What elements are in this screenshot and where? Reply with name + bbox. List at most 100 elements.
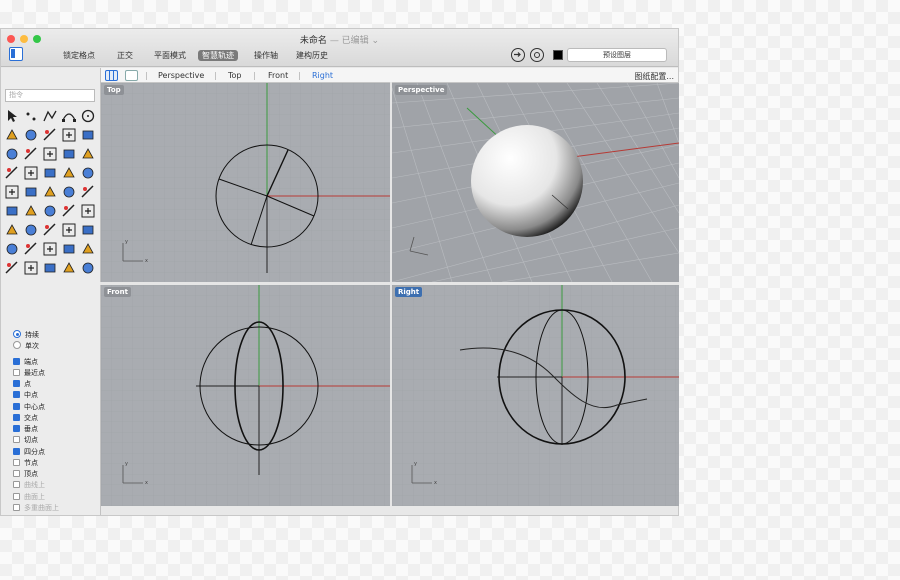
osnap-item[interactable]: 四分点 <box>13 447 45 457</box>
document-status[interactable]: — 已编辑 ⌄ <box>330 36 379 46</box>
tab-right[interactable]: Right <box>312 71 333 80</box>
ellipse-icon[interactable] <box>4 127 20 143</box>
radio-button[interactable] <box>13 330 21 338</box>
lock-grid-toggle[interactable]: 锁定格点 <box>63 50 95 61</box>
analyze-icon[interactable] <box>23 222 39 238</box>
layer-color-swatch[interactable] <box>553 50 563 60</box>
viewport-top[interactable]: y x Top <box>101 83 390 282</box>
text-icon[interactable] <box>80 203 96 219</box>
gumball-toggle[interactable]: 操作轴 <box>254 50 278 61</box>
checkbox[interactable] <box>13 425 20 433</box>
smart-track-toggle[interactable]: 智慧轨迹 <box>198 50 238 61</box>
group-icon[interactable] <box>23 203 39 219</box>
mesh-plane-icon[interactable] <box>80 146 96 162</box>
scale-icon[interactable] <box>80 184 96 200</box>
history-toggle[interactable]: 建构历史 <box>296 50 328 61</box>
arc-icon[interactable] <box>23 127 39 143</box>
osnap-item[interactable]: 垂点 <box>13 424 38 434</box>
osnap-item[interactable]: 点 <box>13 379 31 389</box>
osnap-item[interactable]: 端点 <box>13 357 38 367</box>
layout-config-menu[interactable]: 图纸配置... <box>634 71 674 82</box>
osnap-item[interactable]: 顶点 <box>13 469 38 479</box>
pan-icon[interactable] <box>80 222 96 238</box>
polygon-icon[interactable] <box>61 127 77 143</box>
viewport-perspective[interactable]: Perspective <box>392 83 679 282</box>
osnap-item[interactable]: 最近点 <box>13 368 45 378</box>
cylinder-icon[interactable] <box>61 146 77 162</box>
patch-surface-icon[interactable] <box>23 165 39 181</box>
osnap-item[interactable]: 切点 <box>13 435 38 445</box>
color-wheel-icon[interactable] <box>42 260 58 276</box>
viewport-divider-vertical[interactable] <box>390 82 392 506</box>
osnap-target-icon[interactable] <box>530 48 544 62</box>
rectangle-icon[interactable] <box>42 127 58 143</box>
record-history-icon[interactable] <box>511 48 525 62</box>
circle-center-icon[interactable] <box>80 108 96 124</box>
polyline-icon[interactable] <box>42 108 58 124</box>
osnap-item[interactable]: 节点 <box>13 458 38 468</box>
rotate-icon[interactable] <box>61 184 77 200</box>
hide-icon[interactable] <box>23 260 39 276</box>
viewport-divider-horizontal[interactable] <box>100 282 679 285</box>
checkbox[interactable] <box>13 402 20 410</box>
osnap-item[interactable]: 交点 <box>13 413 38 423</box>
sphere-select-icon[interactable] <box>80 260 96 276</box>
boolean-union-icon[interactable] <box>4 165 20 181</box>
tab-perspective[interactable]: Perspective <box>158 71 204 80</box>
planar-toggle[interactable]: 平面模式 <box>154 50 186 61</box>
osnap-item[interactable]: 中心点 <box>13 402 45 412</box>
sphere-icon[interactable] <box>61 260 77 276</box>
checkbox[interactable] <box>13 357 20 365</box>
single-view-layout-icon[interactable] <box>125 70 138 81</box>
bulb-icon[interactable] <box>80 241 96 257</box>
osnap-mode-option[interactable]: 单次 <box>13 341 39 351</box>
join-icon[interactable] <box>61 203 77 219</box>
sphere-render <box>471 125 583 237</box>
dimension-icon[interactable] <box>61 241 77 257</box>
viewport-right[interactable]: y x Right <box>392 285 679 506</box>
tab-front[interactable]: Front <box>268 71 288 80</box>
rebuild-icon[interactable] <box>42 165 58 181</box>
light-icon[interactable] <box>4 241 20 257</box>
explode-icon[interactable] <box>42 203 58 219</box>
radio-button[interactable] <box>13 341 21 350</box>
checkbox[interactable] <box>13 413 20 421</box>
checkbox[interactable] <box>13 458 20 466</box>
checkbox[interactable] <box>13 380 20 388</box>
sweep-icon[interactable] <box>61 165 77 181</box>
four-view-layout-icon[interactable] <box>105 70 118 81</box>
zoom-icon[interactable] <box>61 222 77 238</box>
tab-top[interactable]: Top <box>228 71 242 80</box>
layer-dropdown[interactable]: 预设图层 <box>567 48 667 62</box>
viewport-front[interactable]: y x Front <box>101 285 390 506</box>
checkbox[interactable] <box>13 436 20 444</box>
command-input[interactable]: 指令 <box>5 89 95 102</box>
curve-control-points-icon[interactable] <box>61 108 77 124</box>
sidebar-toggle-icon[interactable] <box>9 47 23 61</box>
checkbox[interactable] <box>13 470 20 478</box>
trim-icon[interactable] <box>4 184 20 200</box>
split-icon[interactable] <box>23 184 39 200</box>
fillet-curve-icon[interactable] <box>80 127 96 143</box>
viewport-tab-bar: | Perspective | Top | Front | Right 图纸配置… <box>101 68 678 83</box>
checkbox[interactable] <box>13 447 20 455</box>
surface-corner-icon[interactable] <box>4 146 20 162</box>
fillet-edge-icon[interactable] <box>80 165 96 181</box>
point-icon[interactable] <box>23 108 39 124</box>
move-icon[interactable] <box>42 184 58 200</box>
extrude-icon[interactable] <box>23 146 39 162</box>
array-icon[interactable] <box>4 203 20 219</box>
checkbox[interactable] <box>13 391 20 399</box>
render-icon[interactable] <box>42 241 58 257</box>
document-name: 未命名 <box>299 36 327 46</box>
lock-icon[interactable] <box>4 260 20 276</box>
osnap-item[interactable]: 中点 <box>13 390 38 400</box>
select-arrow-icon[interactable] <box>4 108 20 124</box>
checkbox[interactable] <box>13 368 20 376</box>
grid-snap-icon[interactable] <box>4 222 20 238</box>
check-icon[interactable] <box>42 222 58 238</box>
ortho-toggle[interactable]: 正交 <box>117 50 133 61</box>
box-solid-icon[interactable] <box>42 146 58 162</box>
material-icon[interactable] <box>23 241 39 257</box>
osnap-mode-option[interactable]: 持续 <box>13 330 39 340</box>
